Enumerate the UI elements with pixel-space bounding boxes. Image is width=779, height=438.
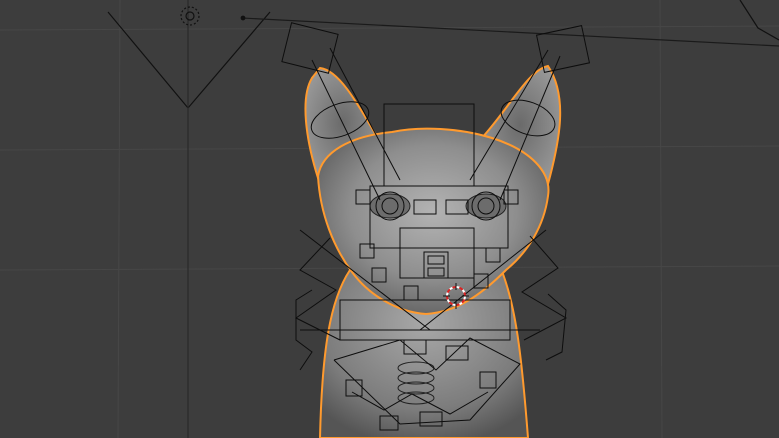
3d-viewport[interactable] — [0, 0, 779, 438]
light-gizmo[interactable] — [739, 0, 779, 41]
viewport-canvas[interactable] — [0, 0, 779, 438]
